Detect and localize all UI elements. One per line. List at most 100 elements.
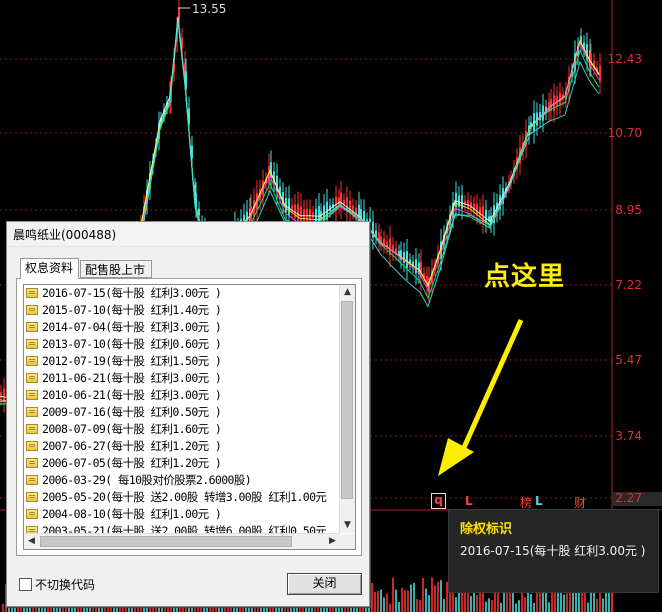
- dividend-list[interactable]: 2016-07-15(每十股 红利3.00元 ) 2015-07-10(每十股 红…: [23, 284, 356, 550]
- dividend-row-text: 2008-07-09(每十股 红利1.60元 ): [42, 422, 222, 436]
- dividend-row-text: 2003-05-21(每十股 送2.00股 转增6.00股 红利0.50元: [42, 524, 327, 533]
- dividend-row[interactable]: 2010-06-21(每十股 红利3.00元 ): [26, 387, 222, 404]
- volume-bar: [371, 582, 373, 612]
- note-icon: [26, 288, 38, 298]
- scroll-right-icon[interactable]: ▶: [325, 534, 340, 549]
- volume-bar: [605, 590, 607, 612]
- volume-bar: [524, 597, 526, 612]
- note-icon: [26, 475, 38, 485]
- note-icon: [26, 407, 38, 417]
- volume-bar: [410, 584, 412, 612]
- price-axis-label: 10.70: [607, 126, 642, 140]
- dividend-row[interactable]: 2011-06-21(每十股 红利3.00元 ): [26, 370, 222, 387]
- volume-bar: [428, 595, 430, 612]
- horizontal-scrollbar[interactable]: ◀ ▶: [24, 533, 340, 549]
- candle-body: [297, 204, 299, 222]
- volume-bar: [518, 600, 520, 612]
- tooltip-title: 除权标识: [460, 522, 513, 537]
- dividend-row[interactable]: 2009-07-16(每十股 红利0.50元 ): [26, 404, 222, 421]
- volume-bar: [431, 577, 433, 612]
- volume-bar: [506, 592, 508, 612]
- dividend-row-text: 2016-07-15(每十股 红利3.00元 ): [42, 286, 222, 300]
- volume-bar: [557, 592, 559, 612]
- volume-bar: [602, 598, 604, 612]
- volume-bar: [473, 591, 475, 612]
- tooltip-text: 2016-07-15(每十股 红利3.00元 ): [460, 544, 646, 558]
- dividend-row[interactable]: 2005-05-20(每十股 送2.00股 转增3.00股 红利1.00元: [26, 489, 327, 506]
- peak-price-label: 13.55: [192, 2, 227, 16]
- checkbox-label: 不切换代码: [35, 578, 96, 592]
- scroll-up-icon[interactable]: ▲: [340, 285, 355, 300]
- price-axis-label: 2.27: [615, 491, 642, 505]
- note-icon: [26, 339, 38, 349]
- dividend-row[interactable]: 2016-07-15(每十股 红利3.00元 ): [26, 285, 222, 302]
- volume-bar: [566, 593, 568, 612]
- volume-bar: [2, 603, 4, 612]
- candle-body: [0, 391, 2, 399]
- volume-bar: [464, 591, 466, 612]
- volume-bar: [407, 590, 409, 612]
- dividend-row[interactable]: 2015-07-10(每十股 红利1.40元 ): [26, 302, 222, 319]
- dividend-row[interactable]: 2013-07-10(每十股 红利0.60元 ): [26, 336, 222, 353]
- volume-bar: [476, 594, 478, 612]
- volume-bar: [437, 581, 439, 612]
- hscroll-thumb[interactable]: [40, 536, 292, 547]
- volume-bar: [485, 601, 487, 612]
- event-marker[interactable]: L: [535, 494, 543, 508]
- dividend-row[interactable]: 2004-08-10(每十股 红利1.00元 ): [26, 506, 222, 523]
- volume-bar: [491, 600, 493, 612]
- volume-bar: [434, 585, 436, 612]
- volume-bar: [377, 591, 379, 612]
- volume-bar: [530, 593, 532, 612]
- volume-bar: [404, 590, 406, 612]
- candle-body: [476, 203, 478, 216]
- price-axis-label: 8.95: [615, 203, 642, 217]
- dividend-row[interactable]: 2006-07-05(每十股 红利1.20元 ): [26, 455, 222, 472]
- volume-bar: [374, 592, 376, 612]
- event-marker[interactable]: L: [465, 494, 473, 508]
- dividend-row-text: 2011-06-21(每十股 红利3.00元 ): [42, 371, 222, 385]
- vertical-scrollbar[interactable]: ▲ ▼: [339, 285, 355, 533]
- candle-body: [479, 207, 481, 217]
- dividend-row[interactable]: 2008-07-09(每十股 红利1.60元 ): [26, 421, 222, 438]
- volume-bar: [422, 577, 424, 612]
- dividend-row[interactable]: 2014-07-04(每十股 红利3.00元 ): [26, 319, 222, 336]
- candle-body: [455, 192, 457, 208]
- scroll-thumb[interactable]: [341, 301, 353, 499]
- dividend-dialog: 晨鸣纸业(000488) 权息资料 配售股上市 2016-07-15(每十股 红…: [6, 221, 370, 607]
- volume-bar: [533, 602, 535, 612]
- close-button[interactable]: 关闭: [287, 573, 362, 595]
- dividend-row-text: 2010-06-21(每十股 红利3.00元 ): [42, 388, 222, 402]
- price-axis-label: 7.22: [615, 278, 642, 292]
- dividend-row[interactable]: 2006-03-29( 每10股对价股票2.6000股): [26, 472, 252, 489]
- dividend-row-text: 2006-07-05(每十股 红利1.20元 ): [42, 456, 222, 470]
- volume-bar: [440, 580, 442, 612]
- volume-bar: [416, 598, 418, 612]
- dividend-row-text: 2006-03-29( 每10股对价股票2.6000股): [42, 473, 252, 487]
- volume-bar: [419, 600, 421, 612]
- no-switch-code-checkbox[interactable]: [19, 578, 32, 591]
- volume-bar: [563, 594, 565, 612]
- volume-bar: [509, 591, 511, 612]
- dividend-row[interactable]: 2003-05-21(每十股 送2.00股 转增6.00股 红利0.50元: [26, 523, 327, 533]
- ex-rights-marker[interactable]: q: [431, 493, 446, 509]
- note-icon: [26, 526, 38, 533]
- volume-bar: [608, 589, 610, 612]
- volume-bar: [392, 577, 394, 612]
- dividend-row[interactable]: 2007-06-27(每十股 红利1.20元 ): [26, 438, 222, 455]
- volume-bar: [488, 598, 490, 612]
- volume-bar: [500, 602, 502, 612]
- dividend-row-text: 2007-06-27(每十股 红利1.20元 ): [42, 439, 222, 453]
- scroll-left-icon[interactable]: ◀: [24, 534, 39, 549]
- tab-dividend-info[interactable]: 权息资料: [20, 258, 79, 279]
- volume-bar: [380, 589, 382, 612]
- callout-text: 点这里: [484, 262, 566, 292]
- tab-placement-listing[interactable]: 配售股上市: [80, 260, 152, 278]
- dividend-row-text: 2004-08-10(每十股 红利1.00元 ): [42, 507, 222, 521]
- volume-bar: [596, 598, 598, 612]
- price-axis-label: 3.74: [615, 429, 642, 443]
- scroll-down-icon[interactable]: ▼: [340, 518, 355, 533]
- dividend-row-text: 2015-07-10(每十股 红利1.40元 ): [42, 303, 222, 317]
- dividend-row[interactable]: 2012-07-19(每十股 红利1.50元 ): [26, 353, 222, 370]
- dialog-titlebar[interactable]: 晨鸣纸业(000488): [7, 222, 369, 247]
